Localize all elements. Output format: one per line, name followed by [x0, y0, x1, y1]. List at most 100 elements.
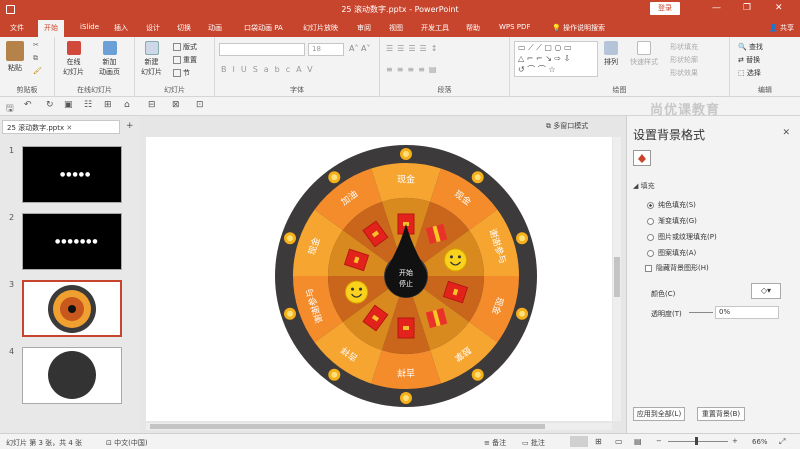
layout-button[interactable]: 版式 — [173, 42, 197, 52]
tab-wps-pdf[interactable]: WPS PDF — [499, 23, 530, 31]
tab-animations[interactable]: 动画 — [208, 23, 222, 33]
zoom-out-icon[interactable]: − — [656, 437, 662, 445]
zoom-level[interactable]: 66% — [752, 438, 768, 446]
font-format-icons[interactable]: BIUSabcAV — [221, 65, 319, 74]
horizontal-scrollbar[interactable] — [146, 423, 612, 430]
format-icon[interactable]: ⊞ — [104, 100, 112, 110]
transparency-slider[interactable] — [689, 312, 713, 313]
language-status: ⊡ 中文(中国) — [106, 439, 148, 447]
reset-button[interactable]: 重置 — [173, 55, 197, 65]
tab-developer[interactable]: 开发工具 — [421, 23, 449, 33]
tab-close-icon[interactable]: ✕ — [66, 124, 72, 132]
reading-view-icon[interactable]: ▭ — [615, 437, 623, 446]
find-button[interactable]: 🔍 查找 — [738, 42, 763, 52]
quick-styles-button[interactable]: 快速样式 — [630, 41, 658, 67]
shape-outline-button[interactable]: 形状轮廓 — [670, 55, 698, 65]
notes-button[interactable]: ≡ 备注 — [484, 438, 506, 448]
tab-insert[interactable]: 插入 — [114, 23, 128, 33]
grow-font-icon[interactable]: A˄ A˅ — [349, 44, 371, 53]
tab-home[interactable]: 开始 — [38, 20, 64, 37]
new-slide-button[interactable]: 新建 幻灯片 — [141, 41, 162, 77]
align-center-icon[interactable]: ⊟ — [148, 100, 156, 110]
font-size-field[interactable]: 18 — [308, 43, 344, 56]
tab-file[interactable]: 文件 — [10, 23, 24, 33]
picture-fill-radio[interactable]: 图片或纹理填充(P) — [647, 232, 717, 242]
apply-to-all-button[interactable]: 应用到全部(L) — [633, 407, 685, 421]
arrange-button[interactable]: 排列 — [604, 41, 618, 67]
prize-wheel[interactable]: 现金现金谢谢参与现金鼓掌吉祥吉祥谢谢参与现金加油开始停止 — [146, 137, 612, 421]
slide-thumbnail-3[interactable] — [22, 280, 122, 337]
align-icons[interactable]: ≡≡≡≡▤ — [386, 65, 440, 74]
current-slide[interactable]: 现金 现金 谢谢参与 现金 鼓掌 吉祥 吉祥 谢谢参与 现金 加油 开始 停止 — [146, 137, 612, 421]
customize-icon[interactable]: ☷ — [84, 100, 92, 110]
maximize-button[interactable]: ❐ — [743, 3, 751, 13]
solid-fill-radio[interactable]: 纯色填充(S) — [647, 200, 696, 210]
title-bar: 25 滚动数字.pptx - PowerPoint 登录 — ❐ ✕ — [0, 0, 800, 19]
transparency-label: 透明度(T) — [651, 310, 682, 318]
fit-slide-icon[interactable]: ⤢ — [779, 437, 785, 447]
save-icon[interactable]: 🖫 — [6, 101, 14, 117]
minimize-button[interactable]: — — [712, 3, 721, 13]
new-animation-page-button[interactable]: 新加 动画页 — [99, 41, 120, 77]
login-button[interactable]: 登录 — [650, 2, 680, 15]
tab-review[interactable]: 审阅 — [357, 23, 371, 33]
gradient-fill-radio[interactable]: 渐变填充(G) — [647, 216, 697, 226]
replace-button[interactable]: ⇄ 替换 — [738, 55, 760, 65]
distribute-icon[interactable]: ⊡ — [196, 100, 204, 110]
online-slides-button[interactable]: 在线 幻灯片 — [63, 41, 84, 77]
undo-icon[interactable]: ↶ — [24, 100, 32, 110]
redo-icon[interactable]: ↻ — [46, 100, 54, 110]
hide-bg-checkbox[interactable]: 隐藏背景图形(H) — [645, 263, 709, 273]
copy-icon[interactable]: ⧉ — [33, 54, 38, 63]
color-picker-button[interactable]: ◇▾ — [751, 283, 781, 299]
transparency-input[interactable]: 0% — [715, 306, 779, 319]
pane-close-icon[interactable]: ✕ — [782, 128, 790, 138]
reset-background-button[interactable]: 重置背景(B) — [697, 407, 745, 421]
close-button[interactable]: ✕ — [775, 3, 783, 13]
zoom-slider-thumb[interactable] — [695, 437, 698, 445]
color-label: 颜色(C) — [651, 290, 676, 298]
shape-fill-button[interactable]: 形状填充 — [670, 42, 698, 52]
shape-effect-button[interactable]: 形状效果 — [670, 68, 698, 78]
align-icon[interactable]: ⊠ — [172, 100, 180, 110]
comments-button[interactable]: ▭ 批注 — [522, 438, 545, 448]
tab-view[interactable]: 视图 — [389, 23, 403, 33]
tab-islide[interactable]: iSlide — [80, 23, 99, 31]
document-tab[interactable]: 25 滚动数字.pptx ✕ — [2, 120, 120, 134]
format-painter-icon[interactable]: 🖌 — [33, 67, 42, 75]
fill-section-header[interactable]: ◢ 填充 — [633, 181, 655, 191]
slideshow-view-icon[interactable]: ▤ — [634, 437, 642, 446]
tab-help[interactable]: 帮助 — [466, 23, 480, 33]
add-tab-icon[interactable]: + — [126, 121, 134, 131]
normal-view-icon[interactable] — [570, 436, 588, 447]
share-button[interactable]: 👤 共享 — [769, 23, 794, 33]
fill-bucket-icon[interactable] — [633, 150, 651, 166]
multi-window-button[interactable]: ⧉ 多窗口模式 — [546, 121, 588, 131]
tab-pocket-animation[interactable]: 口袋动画 PA — [244, 23, 283, 33]
slide-thumbnail-4[interactable] — [22, 347, 122, 404]
zoom-in-icon[interactable]: + — [732, 437, 738, 445]
zoom-slider[interactable] — [668, 441, 728, 442]
scroll-thumb[interactable] — [614, 257, 620, 297]
start-slideshow-icon[interactable]: ▣ — [64, 100, 73, 110]
paste-button[interactable]: 粘贴 — [6, 41, 24, 73]
shapes-gallery[interactable]: ▭ ⟋ ⟋ ▢ ○ ▭ △ ⌐ ⌐ ↘ ⇨ ⇩ ↺ ⌒ ⌒ ☆ — [514, 41, 598, 77]
tab-design[interactable]: 设计 — [146, 23, 160, 33]
pattern-fill-radio[interactable]: 图案填充(A) — [647, 248, 696, 258]
vertical-scrollbar[interactable] — [613, 137, 621, 421]
slide-thumbnail-2[interactable]: ●●●●●●● — [22, 213, 122, 270]
wheel-light-glow — [474, 174, 481, 181]
h-scroll-thumb[interactable] — [150, 424, 545, 429]
list-icons[interactable]: ☰☰☰☰↕ — [386, 44, 441, 53]
slide-sorter-icon[interactable]: ⊞ — [595, 437, 602, 446]
select-button[interactable]: ⬚ 选择 — [738, 68, 761, 78]
tab-slideshow[interactable]: 幻灯片放映 — [303, 23, 338, 33]
section-button[interactable]: 节 — [173, 68, 190, 78]
thumb-digits: ●●●●●●● — [55, 238, 99, 245]
slide-thumbnail-1[interactable]: ●●●●● — [22, 146, 122, 203]
cut-icon[interactable]: ✂ — [33, 41, 39, 49]
tell-me-search[interactable]: 💡 操作说明搜索 — [552, 23, 605, 33]
tab-transitions[interactable]: 切换 — [177, 23, 191, 33]
shape-icon[interactable]: ⌂ — [124, 100, 130, 110]
font-name-field[interactable] — [219, 43, 305, 56]
